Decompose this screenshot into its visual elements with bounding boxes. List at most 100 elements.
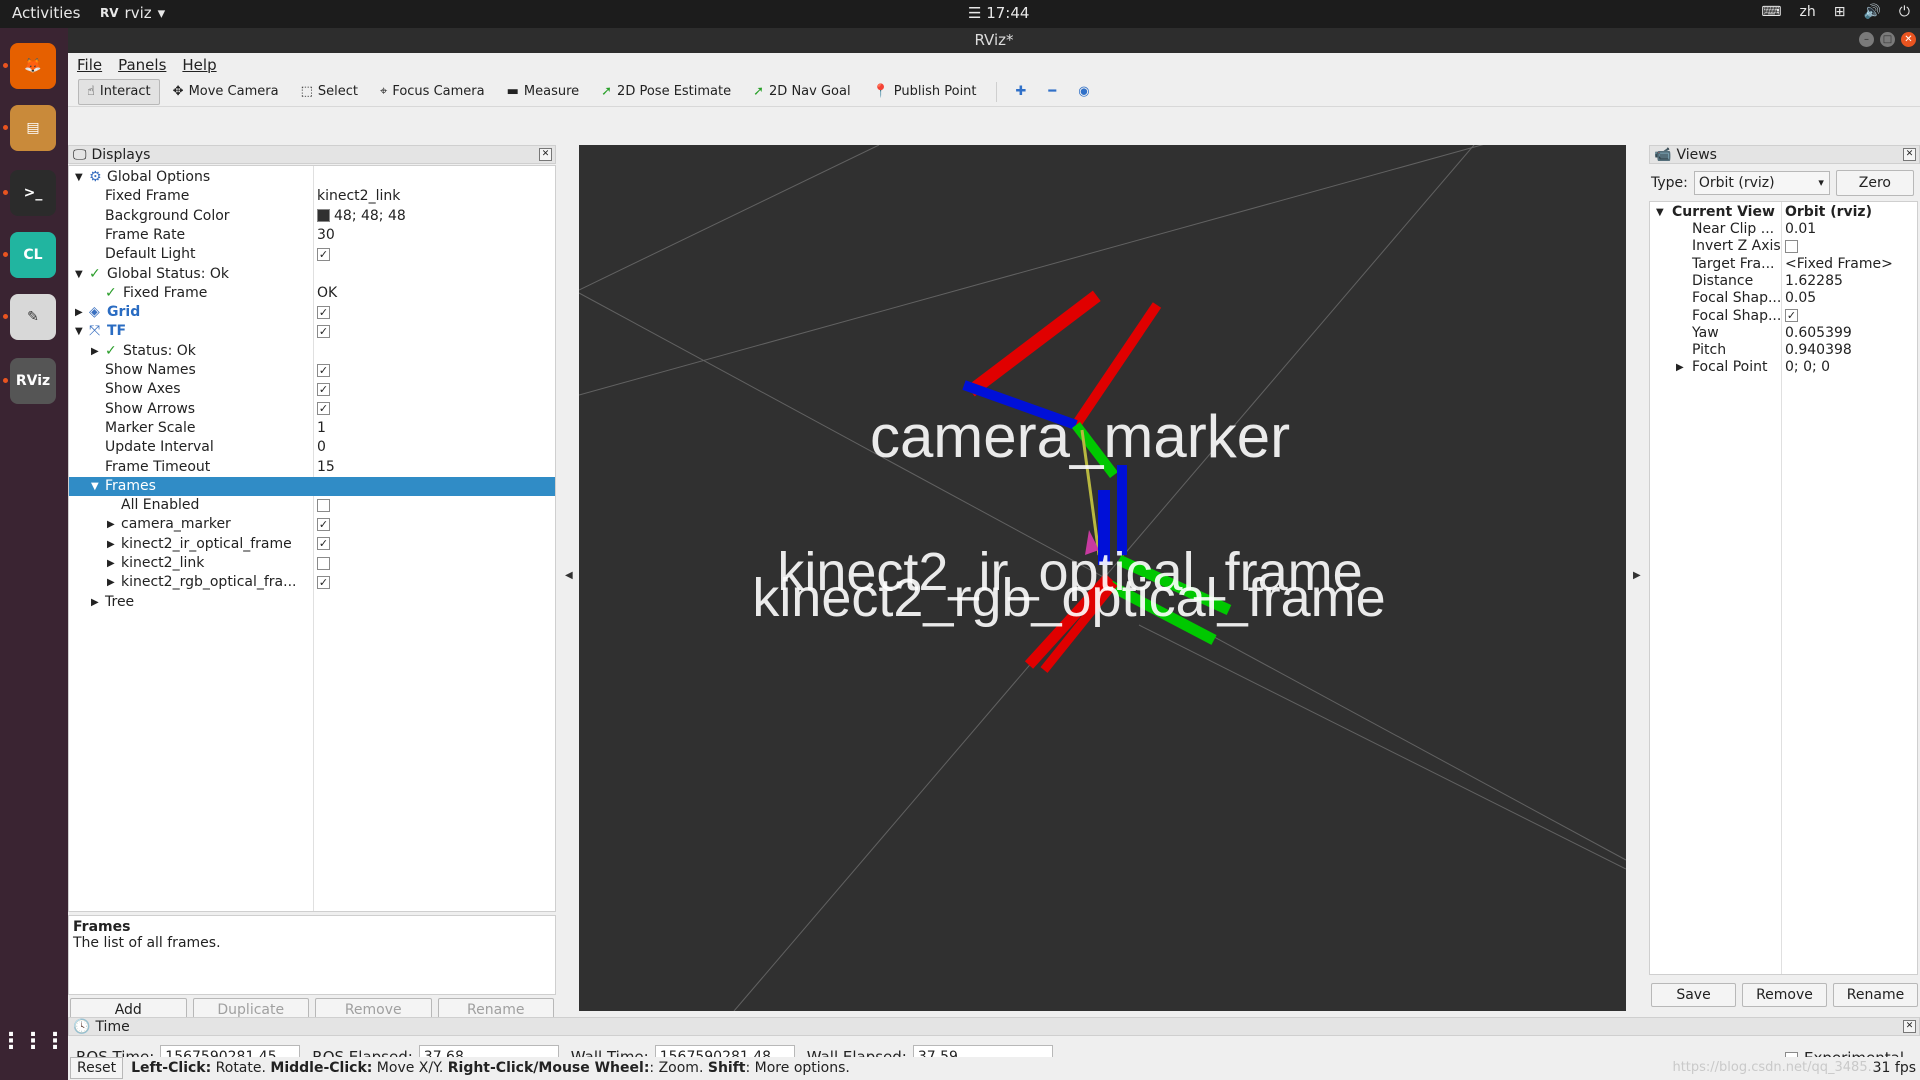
view-property-row[interactable]: Invert Z Axis [1650,238,1917,255]
chevron-right-icon[interactable]: ▶ [91,593,99,612]
checkbox[interactable]: ✓ [317,518,330,531]
view-property-row[interactable]: Distance1.62285 [1650,273,1917,290]
chevron-down-icon[interactable]: ▼ [75,265,83,284]
tool-2d-pose-estimate[interactable]: ➚2D Pose Estimate [592,79,740,105]
tree-row[interactable]: Show Axes✓ [69,380,555,399]
color-swatch[interactable] [317,209,330,222]
maximize-icon[interactable]: □ [1880,32,1895,47]
tree-row-value[interactable] [317,554,330,573]
tree-row-value[interactable]: 0 [317,438,326,457]
displays-tree[interactable]: ▼⚙Global OptionsFixed Framekinect2_linkB… [68,165,556,912]
chevron-right-icon[interactable]: ▶ [1676,359,1684,376]
tree-row[interactable]: Background Color48; 48; 48 [69,207,555,226]
activities-button[interactable]: Activities [12,4,80,22]
tree-row[interactable]: ▼✓Global Status: Ok [69,265,555,284]
tree-row[interactable]: ▶kinect2_link [69,554,555,573]
view-property-row[interactable]: Focal Shap...0.05 [1650,290,1917,307]
view-type-select[interactable]: Orbit (rviz) [1694,171,1830,195]
tree-row[interactable]: ▶kinect2_ir_optical_frame✓ [69,535,555,554]
tree-row-value[interactable]: 30 [317,226,335,245]
chevron-down-icon[interactable]: ▼ [75,168,83,187]
menu-help[interactable]: Help [182,56,216,74]
tree-row[interactable]: Fixed Framekinect2_link [69,187,555,206]
tree-row[interactable]: Default Light✓ [69,245,555,264]
keyboard-icon[interactable]: ⌨ [1761,4,1781,20]
show-applications-icon[interactable]: ⋮⋮⋮ [10,1018,56,1064]
close-icon[interactable]: ✕ [1903,148,1916,161]
view-property-value[interactable]: 0.05 [1785,290,1816,307]
tree-row[interactable]: ▼Frames [69,477,555,496]
view-property-value[interactable] [1785,238,1798,255]
views-tree[interactable]: ▼ Current View Orbit (rviz) Near Clip ..… [1649,201,1918,975]
tree-row-value[interactable]: ✓ [317,245,330,264]
tree-row[interactable]: Marker Scale1 [69,419,555,438]
chevron-right-icon[interactable]: ▶ [107,535,115,554]
window-titlebar[interactable]: RViz* – □ ✕ [68,28,1920,53]
view-property-value[interactable]: 1.62285 [1785,273,1843,290]
checkbox[interactable] [317,499,330,512]
tool-select[interactable]: ⬚Select [292,79,367,105]
checkbox[interactable] [1785,240,1798,253]
tree-row[interactable]: All Enabled [69,496,555,515]
view-property-row[interactable]: Pitch0.940398 [1650,342,1917,359]
network-icon[interactable]: ⊞ [1834,4,1846,20]
collapse-right-icon[interactable]: ▶ [1633,570,1641,581]
tree-row-value[interactable]: ✓ [317,535,330,554]
checkbox[interactable]: ✓ [317,306,330,319]
checkbox[interactable]: ✓ [317,402,330,415]
remove-tool-icon[interactable]: ━ [1039,79,1065,105]
add-tool-icon[interactable]: ✚ [1007,79,1036,105]
chevron-right-icon[interactable]: ▶ [91,342,99,361]
app-menu[interactable]: RV rviz ▾ [100,4,165,22]
tree-row-value[interactable]: 1 [317,419,326,438]
volume-icon[interactable]: 🔊 [1863,4,1880,20]
tree-row[interactable]: ▼⤧TF✓ [69,322,555,341]
current-view-row[interactable]: ▼ Current View Orbit (rviz) [1650,204,1917,221]
checkbox[interactable] [317,557,330,570]
color-value[interactable]: 48; 48; 48 [334,208,406,224]
chevron-right-icon[interactable]: ▶ [75,303,83,322]
checkbox[interactable]: ✓ [317,383,330,396]
tree-row[interactable]: ▶✓Status: Ok [69,342,555,361]
menu-file[interactable]: File [77,56,102,74]
collapse-left-icon[interactable]: ◀ [565,570,573,581]
power-icon[interactable]: ⏻ [1899,4,1910,20]
tree-row[interactable]: Frame Rate30 [69,226,555,245]
tree-row[interactable]: ▶kinect2_rgb_optical_fra...✓ [69,573,555,592]
tool-publish-point[interactable]: 📍Publish Point [864,79,986,105]
tree-row-value[interactable]: ✓ [317,380,330,399]
tree-row[interactable]: ▼⚙Global Options [69,168,555,187]
terminal-icon[interactable]: >_ [10,170,56,216]
tree-row-value[interactable]: ✓ [317,515,330,534]
tool-move-camera[interactable]: ✥Move Camera [164,79,288,105]
view-property-value[interactable]: ✓ [1785,308,1798,325]
view-property-value[interactable]: 0.01 [1785,221,1816,238]
tree-row-value[interactable]: kinect2_link [317,187,400,206]
input-language[interactable]: zh [1800,4,1816,20]
tree-row[interactable]: Update Interval0 [69,438,555,457]
tree-row-value[interactable]: OK [317,284,337,303]
rename-view-button[interactable]: Rename [1833,983,1918,1007]
tree-row[interactable]: ▶Tree [69,593,555,612]
tree-row[interactable]: Show Arrows✓ [69,400,555,419]
view-property-row[interactable]: Near Clip ...0.01 [1650,221,1917,238]
tree-row[interactable]: Frame Timeout15 [69,458,555,477]
close-icon[interactable]: ✕ [539,148,552,161]
chevron-down-icon[interactable]: ▼ [91,477,99,496]
tool-measure[interactable]: ▬Measure [498,79,589,105]
tool-interact[interactable]: ☝Interact [78,79,160,105]
view-property-row[interactable]: ▶Focal Point0; 0; 0 [1650,359,1917,376]
minimize-icon[interactable]: – [1859,32,1874,47]
view-property-value[interactable]: 0.605399 [1785,325,1852,342]
tree-row-value[interactable]: ✓ [317,400,330,419]
system-tray[interactable]: ⌨ zh ⊞ 🔊 ⏻ [1761,4,1910,20]
clion-icon[interactable]: CL [10,232,56,278]
chevron-right-icon[interactable]: ▶ [107,573,115,592]
checkbox[interactable]: ✓ [317,248,330,261]
tree-row-value[interactable]: 15 [317,458,335,477]
files-icon[interactable]: ▤ [10,105,56,151]
tool-focus-camera[interactable]: ⌖Focus Camera [371,79,494,105]
checkbox[interactable]: ✓ [1785,309,1798,322]
view-property-row[interactable]: Focal Shap...✓ [1650,308,1917,325]
close-icon[interactable]: ✕ [1901,32,1916,47]
